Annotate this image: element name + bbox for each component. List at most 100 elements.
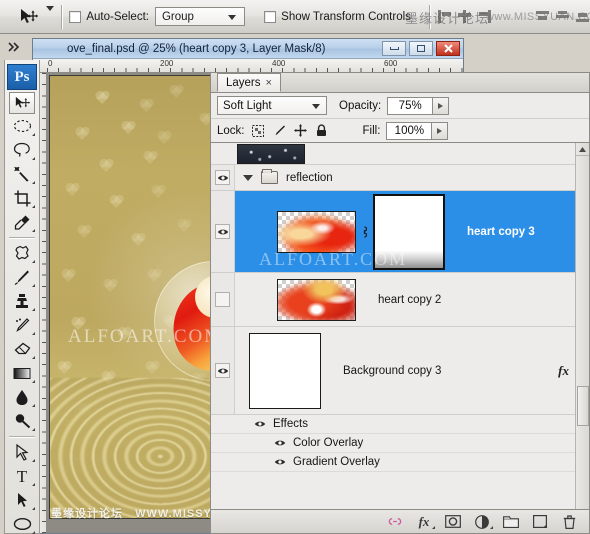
align-horizontal-centers-icon[interactable] [457, 9, 472, 24]
dodge-tool[interactable] [6, 409, 38, 433]
visibility-toggle-heart-copy-2[interactable] [211, 273, 235, 326]
align-buttons-group [437, 9, 492, 24]
magic-wand-tool[interactable] [6, 162, 38, 186]
close-button[interactable] [436, 41, 460, 56]
brush-tool[interactable] [6, 265, 38, 289]
distribute-vertical-centers-icon[interactable] [555, 9, 570, 24]
link-layers-icon[interactable] [387, 514, 403, 530]
layer-mask-thumbnail[interactable] [373, 193, 445, 270]
lock-position-icon[interactable] [293, 123, 308, 138]
blend-mode-dropdown[interactable]: Soft Light [217, 96, 327, 115]
table-row[interactable] [211, 143, 589, 165]
eye-icon[interactable] [253, 419, 266, 429]
auto-select-label: Auto-Select: [86, 10, 149, 23]
visibility-toggle-reflection[interactable] [211, 165, 235, 190]
new-layer-icon[interactable] [532, 514, 548, 530]
align-right-edges-icon[interactable] [477, 9, 492, 24]
layer-row-background-copy-3[interactable]: Background copy 3 fx [211, 327, 589, 415]
close-icon[interactable]: × [266, 77, 272, 89]
horizontal-ruler: 0 200 400 600 [33, 59, 463, 73]
layer-thumbnail[interactable] [237, 143, 305, 164]
distribute-top-edges-icon[interactable] [535, 9, 550, 24]
lock-transparent-pixels-icon[interactable] [251, 123, 266, 138]
ruler-tick-200: 200 [160, 59, 174, 68]
tab-layers[interactable]: Layers × [217, 73, 281, 92]
effects-header-row[interactable]: Effects [211, 415, 589, 434]
eye-icon[interactable] [215, 363, 230, 378]
add-layer-style-icon[interactable]: fx [416, 514, 435, 530]
fill-input[interactable]: 100% [386, 121, 433, 140]
new-adjustment-layer-icon[interactable] [474, 514, 493, 530]
auto-select-dropdown[interactable]: Group [154, 7, 246, 26]
healing-brush-tool[interactable] [6, 241, 38, 265]
path-selection-tool[interactable] [6, 488, 38, 512]
move-tool-icon[interactable] [18, 5, 40, 29]
clone-stamp-tool[interactable] [6, 289, 38, 313]
eye-icon[interactable] [273, 438, 286, 448]
fill-slider-arrow[interactable] [432, 121, 449, 140]
minimize-button[interactable] [382, 41, 406, 56]
divider [61, 4, 63, 29]
scrollbar-thumb[interactable] [577, 386, 589, 426]
layer-thumbnail-heart-copy-2[interactable] [277, 278, 356, 321]
blend-mode-row: Soft Light Opacity: 75% [211, 93, 589, 119]
show-transform-controls-checkbox[interactable] [264, 10, 277, 23]
lock-all-icon[interactable] [314, 123, 329, 138]
photoshop-window: Auto-Select: Group Show Transform Contro… [0, 0, 590, 534]
link-mask-icon[interactable] [360, 224, 369, 240]
eye-icon[interactable] [215, 170, 230, 185]
canvas-alfoart-watermark: ALFOART.COM [68, 326, 224, 347]
move-tool-preset-dropdown[interactable] [46, 5, 55, 23]
layer-thumbnail-heart-copy-3[interactable] [277, 210, 356, 253]
distribute-bottom-edges-icon[interactable] [575, 9, 590, 24]
expand-panels-icon[interactable] [6, 40, 24, 54]
lock-image-pixels-icon[interactable] [272, 123, 287, 138]
tool-options-bar: Auto-Select: Group Show Transform Contro… [0, 0, 590, 34]
add-layer-mask-icon[interactable] [445, 514, 461, 530]
crop-tool[interactable] [6, 186, 38, 210]
ellipse-shape-tool[interactable] [6, 512, 38, 534]
layer-row-reflection[interactable]: reflection [211, 165, 589, 191]
auto-select-checkbox[interactable] [69, 10, 82, 23]
effect-row-color-overlay[interactable]: Color Overlay [211, 434, 589, 453]
pen-tool[interactable] [6, 440, 38, 464]
scroll-up-button[interactable] [576, 143, 589, 156]
opacity-slider-arrow[interactable] [433, 96, 450, 115]
eye-icon[interactable] [273, 457, 286, 467]
layer-row-heart-copy-2[interactable]: heart copy 2 [211, 273, 589, 327]
type-tool[interactable]: T [6, 464, 38, 488]
maximize-button[interactable] [409, 41, 433, 56]
layer-row-heart-copy-3[interactable]: heart copy 3 ALFOART.COM [211, 191, 589, 273]
document-title-bar[interactable]: ove_final.psd @ 25% (heart copy 3, Layer… [33, 39, 463, 59]
eye-icon-hidden[interactable] [215, 292, 230, 307]
visibility-toggle-background-copy-3[interactable] [211, 327, 235, 414]
layer-name-heart-copy-3: heart copy 3 [467, 225, 535, 238]
ruler-tick-0: 0 [48, 59, 53, 68]
layer-thumbnail-background-copy-3[interactable] [249, 332, 321, 409]
layers-scrollbar[interactable] [575, 143, 589, 509]
history-brush-tool[interactable] [6, 313, 38, 337]
lock-label: Lock: [217, 124, 245, 137]
show-transform-controls-label: Show Transform Controls [281, 10, 411, 23]
effect-row-gradient-overlay[interactable]: Gradient Overlay [211, 453, 589, 472]
tab-layers-label: Layers [226, 76, 261, 89]
new-group-icon[interactable] [503, 514, 519, 530]
eraser-tool[interactable] [6, 337, 38, 361]
eye-icon[interactable] [215, 224, 230, 239]
lasso-tool[interactable] [6, 138, 38, 162]
visibility-toggle-heart-copy-3[interactable] [211, 191, 235, 272]
delete-layer-icon[interactable] [561, 514, 577, 530]
eyedropper-tool[interactable] [6, 210, 38, 234]
layer-fx-badge[interactable]: fx [558, 363, 569, 379]
align-left-edges-icon[interactable] [437, 9, 452, 24]
chevron-down-icon[interactable] [243, 174, 253, 181]
move-tool[interactable] [9, 92, 35, 114]
elliptical-marquee-tool[interactable] [6, 114, 38, 138]
canvas-watermark-chinese: 墨缘设计论坛 [51, 508, 123, 520]
lock-row: Lock: Fill: 100% [211, 119, 589, 143]
panel-tab-strip: Layers × [211, 73, 589, 93]
layer-name-heart-copy-2: heart copy 2 [378, 293, 442, 306]
blur-tool[interactable] [6, 385, 38, 409]
opacity-input[interactable]: 75% [387, 96, 434, 115]
gradient-tool[interactable] [6, 361, 38, 385]
